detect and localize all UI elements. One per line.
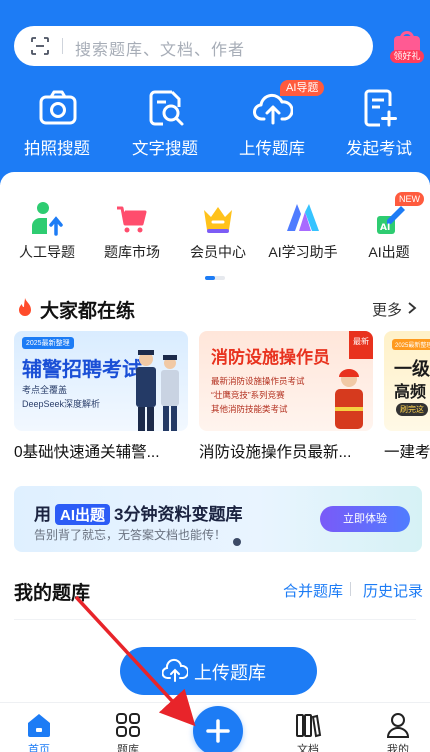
search-bar[interactable]: 搜索题库、文档、作者 <box>14 26 373 66</box>
merge-bank-link[interactable]: 合并题库 <box>283 580 343 601</box>
quick-action-label: 文字搜题 <box>132 140 198 158</box>
carousel-dot <box>233 538 241 546</box>
upload-bank-label: 上传题库 <box>194 663 266 683</box>
category-ai-question[interactable]: AI AI出题 <box>354 200 424 270</box>
course-banner-police[interactable]: 2025最新整理 辅警招聘考试 考点全覆盖 DeepSeek深度解析 <box>14 331 188 431</box>
ai-banner-prefix: 用 <box>34 505 51 524</box>
banner-headline: 辅警招聘考试 <box>22 359 142 381</box>
section-divider <box>14 619 416 620</box>
new-badge: NEW <box>395 192 424 206</box>
camera-icon <box>39 90 77 125</box>
ai-banner-suffix: 3分钟资料变题库 <box>114 505 243 524</box>
banner-headline: 消防设施操作员 <box>211 348 330 367</box>
category-ai-assistant[interactable]: AI学习助手 <box>268 200 338 270</box>
tab-label: 题库 <box>117 744 139 752</box>
quick-action-photo-search[interactable]: 拍照搜题 <box>7 80 107 170</box>
crown-icon <box>204 207 232 233</box>
banner-bullet: DeepSeek深度解析 <box>22 399 101 409</box>
banner-subheadline: 高频 <box>394 384 427 401</box>
search-divider <box>62 38 63 54</box>
quick-action-start-exam[interactable]: 发起考试 <box>329 80 429 170</box>
ai-banner-pill: AI出题 <box>55 504 111 525</box>
search-input[interactable]: 搜索题库、文档、作者 <box>75 36 245 60</box>
page-indicator-active <box>205 276 215 280</box>
cart-icon <box>117 206 147 233</box>
plus-icon <box>206 719 230 743</box>
course-title[interactable]: 一建考 <box>384 440 430 462</box>
banner-bullet: 考点全覆盖 <box>22 385 68 395</box>
banner-bullet: 其他消防技能类考试 <box>211 404 288 414</box>
tab-docs[interactable]: 文档 <box>278 711 338 752</box>
banner-tag: 2025最新整理 <box>392 339 430 350</box>
home-icon <box>28 714 50 737</box>
gift-button[interactable]: 领好礼 <box>389 30 425 66</box>
tab-label: 我的 <box>387 744 409 752</box>
quick-action-label: 上传题库 <box>239 140 305 158</box>
tab-label: 文档 <box>297 744 319 752</box>
course-banner-builder[interactable]: 2025最新整理 一级 高频 刷完这 <box>384 331 430 431</box>
svg-text:AI: AI <box>380 223 390 233</box>
category-manual-import[interactable]: 人工导题 <box>12 200 82 270</box>
profile-icon <box>386 713 410 738</box>
category-member-center[interactable]: 会员中心 <box>183 200 253 270</box>
add-button[interactable] <box>193 706 243 752</box>
ai-question-banner[interactable]: 用 AI出题 3分钟资料变题库 告别背了就忘，无答案文档也能传！ 立即体验 <box>14 486 422 552</box>
banner-bullet: 最新消防设施操作员考试 <box>211 376 305 386</box>
tab-home[interactable]: 首页 <box>9 711 69 752</box>
tab-profile[interactable]: 我的 <box>368 711 428 752</box>
person-import-icon <box>32 202 63 236</box>
category-label: AI出题 <box>368 244 410 260</box>
link-divider <box>350 582 351 596</box>
course-banner-fire[interactable]: 消防设施操作员 最新 最新消防设施操作员考试 “壮鹰竞技”系列竞赛 其他消防技能… <box>199 331 373 431</box>
quick-action-label: 拍照搜题 <box>24 140 90 158</box>
ai-import-badge: AI导题 <box>280 80 325 96</box>
gift-label: 领好礼 <box>390 50 424 63</box>
chevron-right-icon[interactable] <box>407 302 417 314</box>
grid-icon <box>116 713 140 737</box>
fire-icon <box>19 298 31 316</box>
exam-plus-icon <box>364 89 397 127</box>
quick-action-text-search[interactable]: 文字搜题 <box>115 80 215 170</box>
scan-icon[interactable] <box>30 36 50 56</box>
police-figures-image <box>136 350 179 431</box>
tab-bank[interactable]: 题库 <box>98 711 158 752</box>
section-title-popular: 大家都在练 <box>40 301 136 322</box>
history-link[interactable]: 历史记录 <box>363 580 423 601</box>
category-label: 人工导题 <box>19 244 75 260</box>
page-indicator <box>205 276 225 280</box>
cloud-upload-icon <box>162 658 188 682</box>
my-bank-title: 我的题库 <box>14 583 91 604</box>
ai-assistant-icon <box>287 204 319 231</box>
books-icon <box>296 714 322 738</box>
tab-label: 首页 <box>28 744 50 752</box>
course-title[interactable]: 消防设施操作员最新... <box>199 440 375 462</box>
banner-tag: 2025最新整理 <box>22 337 74 349</box>
firefighter-image <box>335 369 363 429</box>
banner-button: 刷完这 <box>396 403 428 416</box>
doc-search-icon <box>149 90 184 126</box>
ai-banner-headline: 用 AI出题 3分钟资料变题库 <box>34 500 242 525</box>
quick-action-label: 发起考试 <box>346 140 412 158</box>
upload-bank-button[interactable]: 上传题库 <box>120 647 317 695</box>
try-now-button[interactable]: 立即体验 <box>320 506 410 532</box>
category-label: 题库市场 <box>104 244 160 260</box>
more-link[interactable]: 更多 <box>372 299 402 320</box>
category-label: AI学习助手 <box>268 244 338 260</box>
category-bank-market[interactable]: 题库市场 <box>97 200 167 270</box>
course-title[interactable]: 0基础快速通关辅警... <box>14 440 190 462</box>
banner-corner-tag: 最新 <box>349 331 373 359</box>
banner-bullet: “壮鹰竞技”系列竞赛 <box>211 390 285 400</box>
ai-banner-subtitle: 告别背了就忘，无答案文档也能传！ <box>34 528 227 542</box>
category-label: 会员中心 <box>190 244 246 260</box>
